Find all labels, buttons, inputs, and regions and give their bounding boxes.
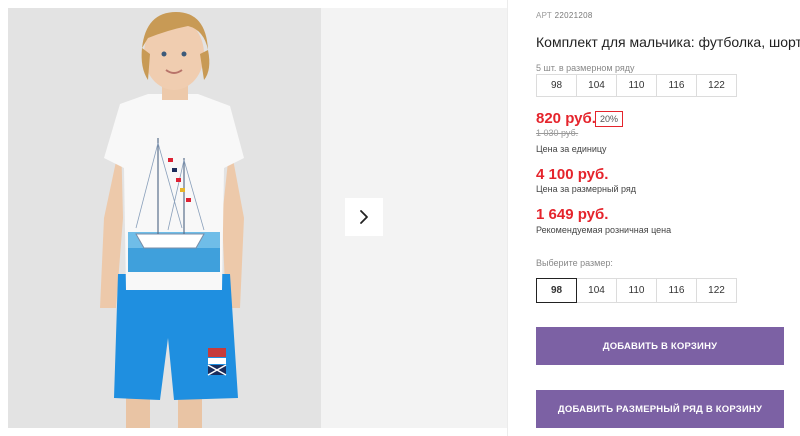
size-option-98[interactable]: 98: [536, 278, 577, 303]
product-title: Комплект для мальчика: футболка, шорты: [536, 34, 800, 50]
size-row-item: 116: [656, 74, 697, 97]
size-picker-label: Выберите размер:: [536, 258, 613, 268]
article-label: АРТ: [536, 11, 553, 20]
size-row-item: 104: [576, 74, 617, 97]
article-value: 22021208: [554, 11, 593, 20]
size-row-item: 122: [696, 74, 737, 97]
size-row-item: 110: [616, 74, 657, 97]
retail-price: 1 649 руб.: [536, 206, 609, 223]
size-option-116[interactable]: 116: [656, 278, 697, 303]
size-row-count: 5 шт. в размерном ряду: [536, 63, 635, 73]
row-price-label: Цена за размерный ряд: [536, 184, 637, 194]
divider: [507, 0, 508, 436]
size-option-122[interactable]: 122: [696, 278, 737, 303]
article-number: АРТ 22021208: [536, 11, 593, 20]
size-option-110[interactable]: 110: [616, 278, 657, 303]
product-main-photo[interactable]: [8, 8, 321, 428]
boy-outfit-illustration: [8, 8, 321, 428]
add-to-cart-button[interactable]: ДОБАВИТЬ В КОРЗИНУ: [536, 327, 784, 365]
gallery-next-button[interactable]: [345, 198, 383, 236]
row-price: 4 100 руб.: [536, 166, 609, 183]
retail-price-label: Рекомендуемая розничная цена: [536, 225, 672, 235]
size-row-sizes: 98 104 110 116 122: [536, 74, 737, 97]
size-row-item: 98: [536, 74, 577, 97]
size-option-104[interactable]: 104: [576, 278, 617, 303]
old-price: 1 030 руб.: [536, 128, 579, 138]
unit-price-label: Цена за единицу: [536, 144, 607, 154]
product-info: АРТ 22021208 Комплект для мальчика: футб…: [536, 0, 800, 436]
unit-price: 820 руб.: [536, 110, 596, 127]
add-size-row-to-cart-button[interactable]: ДОБАВИТЬ РАЗМЕРНЫЙ РЯД В КОРЗИНУ: [536, 390, 784, 428]
chevron-right-icon: [360, 210, 368, 224]
size-picker: 98 104 110 116 122: [536, 278, 737, 303]
discount-badge: 20%: [595, 111, 624, 127]
